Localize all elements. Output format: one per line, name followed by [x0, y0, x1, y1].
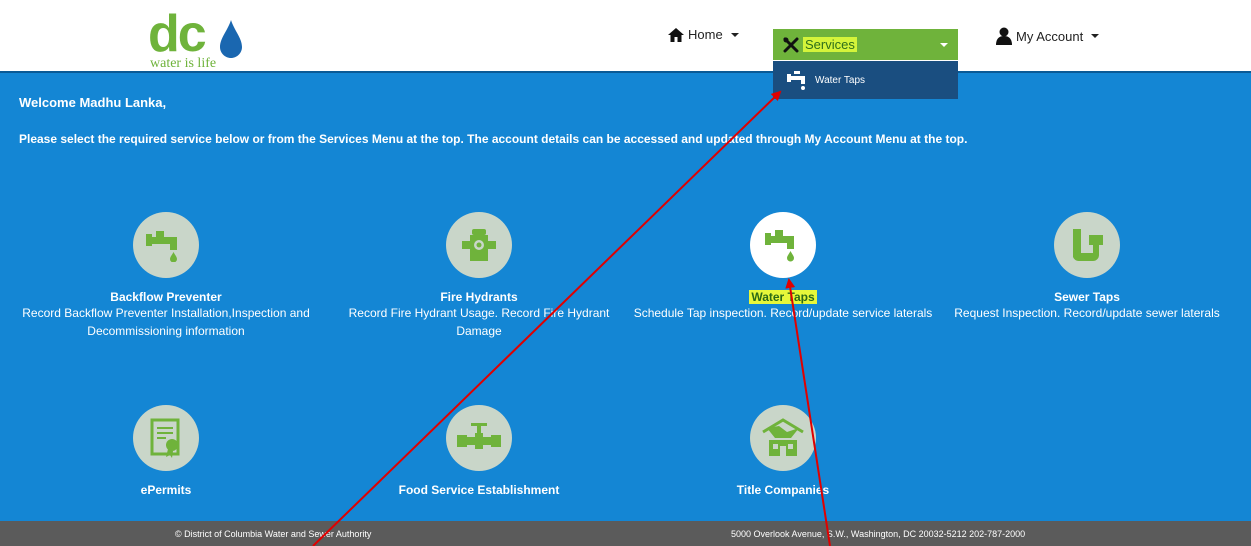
- welcome-message: Welcome Madhu Lanka,: [19, 95, 167, 110]
- service-title-companies[interactable]: Title Companies: [633, 405, 933, 497]
- chevron-down-icon: [1091, 34, 1100, 38]
- footer-address: 5000 Overlook Avenue, S.W., Washington, …: [731, 529, 1026, 539]
- nav-home-label: Home: [688, 27, 723, 42]
- service-title: Water Taps: [633, 290, 933, 304]
- nav-services-label: Services: [803, 37, 857, 52]
- chevron-down-icon: [730, 32, 739, 37]
- handshake-house-icon: [750, 405, 816, 471]
- water-drop-icon: [220, 20, 242, 58]
- service-sewer-taps[interactable]: Sewer Taps Request Inspection. Record/up…: [937, 212, 1237, 322]
- service-food-service-establishment[interactable]: Food Service Establishment: [329, 405, 629, 497]
- service-title: Fire Hydrants: [440, 290, 518, 304]
- dc-water-logo[interactable]: dc water is life: [148, 5, 258, 74]
- service-epermits[interactable]: ePermits: [16, 405, 316, 497]
- water-tap-icon: [750, 212, 816, 278]
- logo-letters: dc: [148, 5, 207, 63]
- service-description: Record Fire Hydrant Usage. Record Fire H…: [348, 306, 610, 338]
- service-description: Record Backflow Preventer Installation,I…: [22, 306, 310, 338]
- service-description: Schedule Tap inspection. Record/update s…: [633, 306, 933, 320]
- footer-copyright: © District of Columbia Water and Sewer A…: [175, 529, 372, 539]
- top-navbar: dc water is life Home Services My Accoun…: [0, 5, 1251, 74]
- service-backflow-preventer[interactable]: Backflow Preventer Record Backflow Preve…: [16, 212, 316, 340]
- nav-account-label: My Account: [1016, 28, 1084, 44]
- water-tap-icon: [787, 71, 805, 90]
- page-footer: © District of Columbia Water and Sewer A…: [0, 521, 1251, 546]
- valve-icon: [446, 405, 512, 471]
- service-title: Sewer Taps: [1054, 290, 1120, 304]
- dropdown-item-label: Water Taps: [815, 74, 866, 86]
- service-water-taps[interactable]: Water Taps Schedule Tap inspection. Reco…: [633, 212, 933, 322]
- services-dropdown-item-water-taps[interactable]: Water Taps: [773, 61, 958, 99]
- nav-home[interactable]: Home: [668, 27, 739, 42]
- home-icon: [668, 27, 684, 42]
- service-description: Request Inspection. Record/update sewer …: [954, 306, 1220, 320]
- service-fire-hydrants[interactable]: Fire Hydrants Record Fire Hydrant Usage.…: [329, 212, 629, 340]
- service-title: ePermits: [140, 483, 192, 497]
- sewer-pipe-icon: [1054, 212, 1120, 278]
- nav-services[interactable]: Services: [773, 29, 958, 60]
- service-title: Backflow Preventer: [110, 290, 222, 304]
- chevron-down-icon: [940, 43, 948, 47]
- logo-tagline: water is life: [150, 56, 217, 71]
- tools-icon: [783, 37, 799, 52]
- service-title-highlighted: Water Taps: [749, 290, 817, 304]
- service-title: Title Companies: [736, 483, 830, 497]
- nav-my-account[interactable]: My Account: [996, 27, 1100, 45]
- instructions-text: Please select the required service below…: [19, 132, 968, 146]
- service-title: Food Service Establishment: [398, 483, 560, 497]
- hydrant-icon: [446, 212, 512, 278]
- faucet-icon: [133, 212, 199, 278]
- certificate-icon: [133, 405, 199, 471]
- user-icon: [996, 27, 1012, 45]
